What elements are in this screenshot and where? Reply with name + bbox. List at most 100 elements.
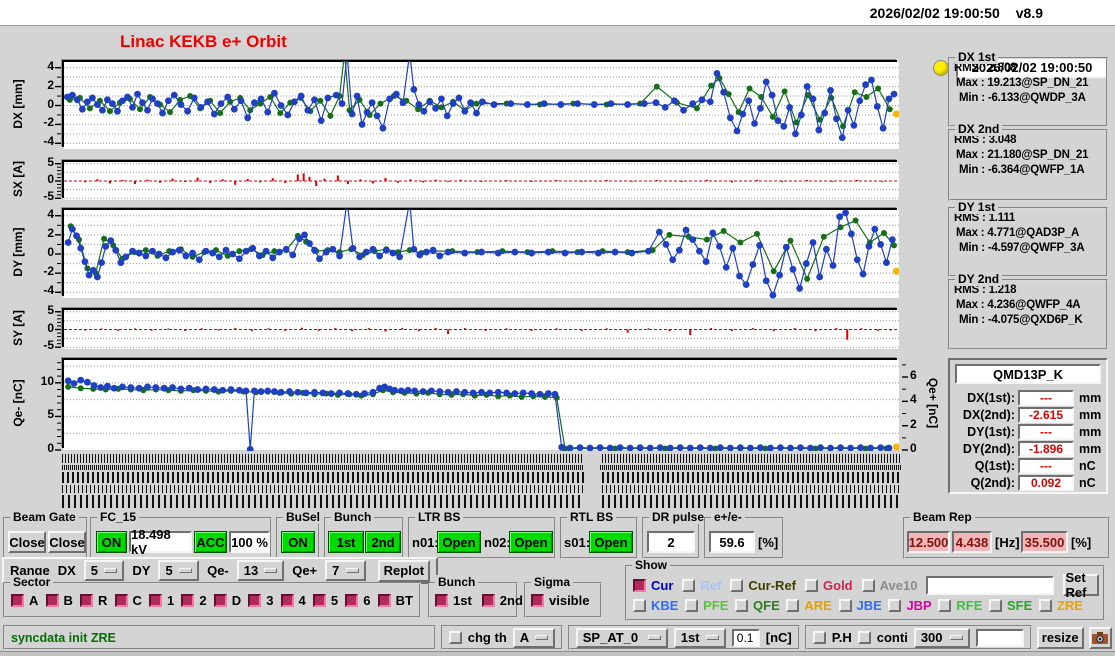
show-zre-checkbox[interactable] [1038, 599, 1052, 612]
busel-on-button[interactable]: ON [281, 531, 315, 553]
beam-gate-close-1-button[interactable]: Close [8, 531, 46, 553]
sector-group: Sector A B R C 1 2 D 3 4 5 6 BT [3, 575, 421, 618]
stats-group-dx2nd: DX 2nd RMS : 3.048 Max : 21.180@SP_DN_21… [948, 122, 1108, 201]
dy-orbit-plot: DY [mm] -4 -2 0 2 4 [0, 207, 948, 299]
screenshot-button[interactable] [1088, 626, 1112, 649]
show-ave10-checkbox[interactable] [861, 578, 875, 592]
set-ref-button[interactable]: Set Ref [1063, 570, 1099, 600]
min-value: -4.075@QXD6P_K [987, 314, 1083, 326]
show-qfe-checkbox[interactable] [735, 599, 749, 612]
bpm-select-section: SP_AT_0 1st [nC] [567, 625, 800, 650]
status-message-section: syncdata init ZRE [3, 625, 436, 650]
rtl-s01-open-button[interactable]: Open [589, 531, 633, 553]
option-menu-dash-icon [705, 635, 719, 640]
count-select[interactable]: 300 [913, 627, 970, 648]
beam-rep-value-1: 12.500 [907, 531, 950, 553]
bunch-group-top: Bunch 1st 2nd [324, 510, 404, 559]
sector-item: 1 [149, 593, 174, 608]
range-qe-minus-select[interactable]: 13 [236, 560, 285, 581]
max-value: 4.771@QAD3P_A [987, 227, 1080, 239]
stats-group-dy2nd: DY 2nd RMS : 1.218 Max : 4.236@QWFP_4A M… [948, 272, 1108, 350]
sector-checkbox-D[interactable] [213, 594, 227, 607]
max-value: 19.213@SP_DN_21 [987, 77, 1089, 89]
ratio-field[interactable]: 59.6 [709, 531, 755, 553]
range-qe-plus-select[interactable]: 7 [325, 560, 366, 581]
beam-rep-value-2: 4.438 [952, 531, 992, 553]
sector-checkbox-A[interactable] [11, 594, 24, 607]
stats-group-title: DY 1st [955, 200, 999, 214]
bunch-1st-checkbox[interactable] [435, 594, 448, 607]
sector-item: 6 [345, 593, 370, 608]
status-message: syncdata init ZRE [11, 630, 116, 645]
show-jbe-checkbox[interactable] [838, 599, 852, 612]
ref-file-input[interactable] [926, 575, 1055, 595]
sector-checkbox-3[interactable] [248, 594, 262, 607]
titlebar-datetime: 2026/02/02 19:00:50 [869, 4, 1000, 21]
replot-button[interactable]: Replot [377, 559, 430, 582]
chg-th-checkbox[interactable] [448, 631, 462, 644]
dr-pulse-group: DR pulse 2 [642, 510, 708, 559]
bpm-name: QMD13P_K [955, 364, 1101, 384]
show-sfe-checkbox[interactable] [989, 599, 1003, 612]
fc15-on-button[interactable]: ON [96, 531, 127, 553]
stats-group-dy1st: DY 1st RMS : 1.111 Max : 4.771@QAD3P_A M… [948, 200, 1108, 277]
bunch-2nd-checkbox[interactable] [481, 594, 495, 607]
sector-checkbox-5[interactable] [312, 594, 326, 607]
stats-group-dx1st: DX 1st RMS : 2.808 Max : 19.213@SP_DN_21… [948, 50, 1108, 127]
show-are-checkbox[interactable] [786, 599, 800, 612]
sector-checkbox-B[interactable] [45, 594, 59, 607]
page-title: Linac KEKB e+ Orbit [120, 32, 287, 51]
bunch-1st-button[interactable]: 1st [328, 531, 364, 553]
show-gold-checkbox[interactable] [805, 578, 819, 592]
beam-gate-group: Beam Gate Close Close [3, 510, 88, 559]
bpm-value: --- [1018, 457, 1074, 474]
sector-checkbox-1[interactable] [149, 594, 162, 607]
dr-pulse-field[interactable]: 2 [647, 531, 695, 553]
beam-gate-close-2-button[interactable]: Close [48, 531, 86, 553]
fc15-acc-button[interactable]: ACC [194, 531, 227, 553]
sector-checkbox-4[interactable] [280, 594, 294, 607]
show-jbp-checkbox[interactable] [888, 599, 902, 612]
sector-checkbox-R[interactable] [80, 594, 93, 607]
count-input[interactable] [975, 628, 1024, 647]
sy-steering-plot: SY [A] 5 0 -5 [0, 303, 948, 352]
bunch-number-select[interactable]: 1st [673, 627, 726, 648]
fc15-kv-field[interactable]: 18.498 kV [129, 527, 192, 557]
range-dx-select[interactable]: 5 [83, 560, 125, 581]
bpm-value: --- [1018, 389, 1074, 406]
bpm-name-select[interactable]: SP_AT_0 [575, 627, 668, 648]
bpm-readout-panel: QMD13P_K DX(1st): --- mm DX(2nd): -2.615 mm … [948, 358, 1108, 494]
show-pfe-checkbox[interactable] [685, 599, 699, 612]
sector-checkbox-2[interactable] [181, 594, 195, 607]
sector-a-select[interactable]: A [512, 627, 555, 648]
ltr-n01-open-button[interactable]: Open [437, 531, 481, 553]
sector-item: 4 [280, 593, 306, 608]
sigma-visible-checkbox[interactable] [531, 594, 544, 607]
bunch-2nd-button[interactable]: 2nd [365, 531, 401, 553]
ltr-n02-open-button[interactable]: Open [509, 531, 553, 553]
beam-rep-group: Beam Rep 12.500 4.438 [Hz] 35.500 [%] [903, 510, 1110, 559]
sector-item: A [11, 593, 38, 608]
ltr-bs-group: LTR BS n01: Open n02: Open [408, 510, 556, 559]
show-rfe-checkbox[interactable] [938, 599, 952, 612]
ph-checkbox[interactable] [812, 631, 826, 644]
show-kbe-checkbox[interactable] [633, 599, 646, 612]
conti-checkbox[interactable] [857, 631, 871, 644]
sector-item: BT [377, 593, 413, 608]
range-dy-select[interactable]: 5 [158, 560, 200, 581]
show-ref-checkbox[interactable] [682, 578, 696, 592]
sx-steering-plot: SX [A] 5 0 -5 [0, 155, 948, 203]
fc15-percent-field[interactable]: 100 % [229, 531, 270, 553]
resize-button[interactable]: resize [1036, 626, 1084, 649]
stats-group-title: DX 2nd [955, 122, 1003, 136]
sector-item: C [114, 593, 142, 608]
sector-checkbox-6[interactable] [345, 594, 359, 607]
sector-checkbox-BT[interactable] [377, 594, 391, 607]
threshold-input[interactable] [731, 628, 760, 647]
sector-item: 2 [181, 593, 207, 608]
show-cur-ref-checkbox[interactable] [730, 578, 744, 592]
show-cur-checkbox[interactable] [633, 578, 646, 592]
sector-checkbox-C[interactable] [114, 594, 128, 607]
acquisition-section: P.H conti 300 [804, 625, 1032, 650]
show-group: Show Cur Ref Cur-Ref Gold Ave10 Set Ref … [625, 558, 1105, 621]
